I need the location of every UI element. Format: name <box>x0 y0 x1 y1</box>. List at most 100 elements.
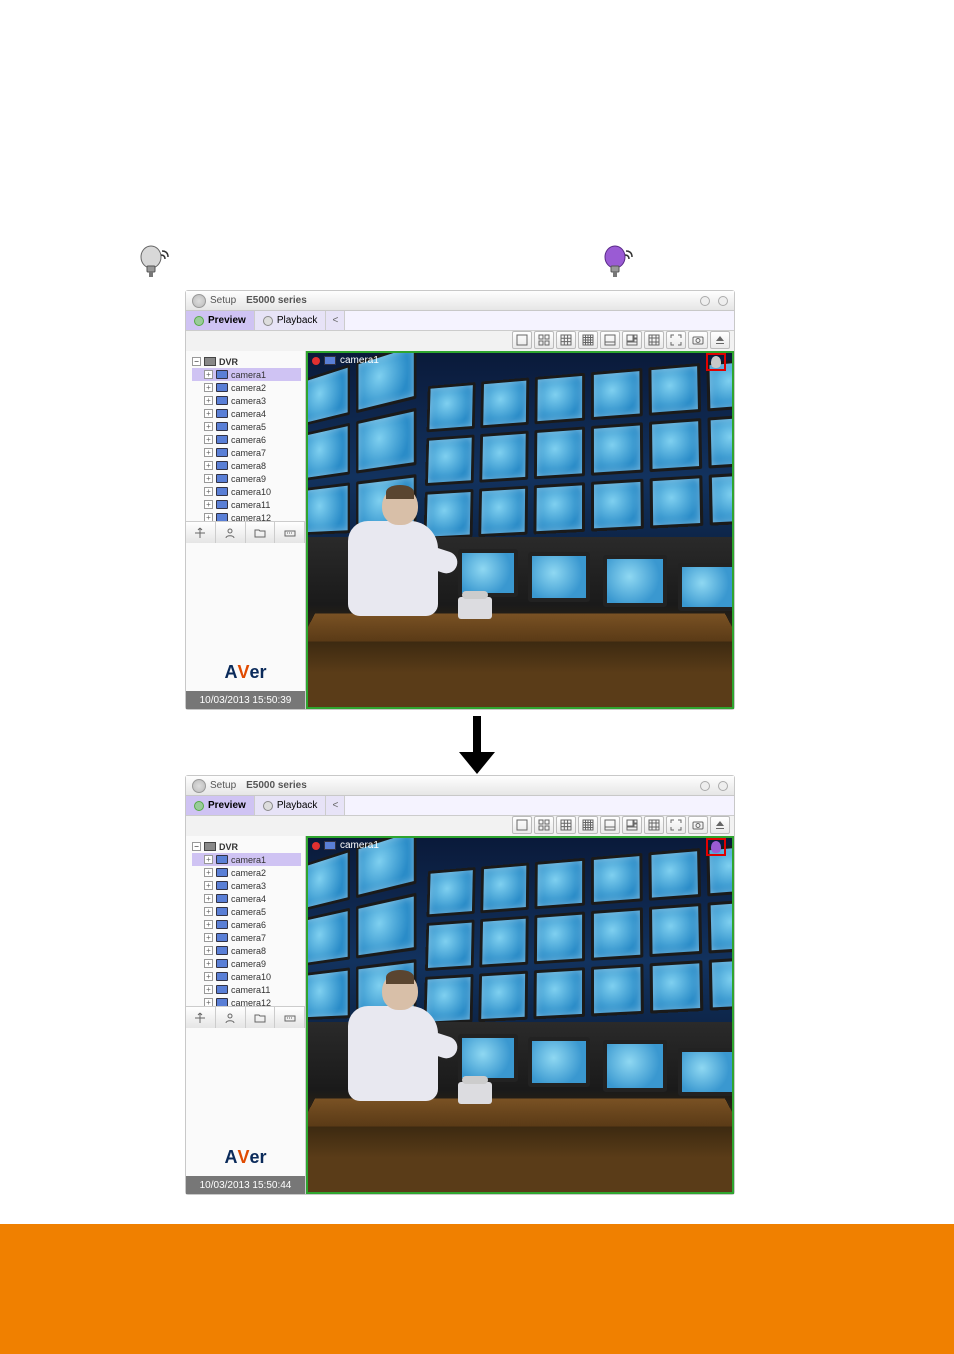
info-icon[interactable] <box>700 781 710 791</box>
camera-tree[interactable]: − DVR +camera1 +camera2 +camera3 +camera… <box>186 836 305 1006</box>
playback-tab-label: Playback <box>277 800 318 811</box>
tree-item-label: camera10 <box>231 972 301 982</box>
tree-item-camera7[interactable]: +camera7 <box>192 931 301 944</box>
camera-tree[interactable]: − DVR +camera1 +camera2 +camera3 +camera… <box>186 351 305 521</box>
layout-3x3-button[interactable] <box>556 331 576 349</box>
layout-1x1-button[interactable] <box>512 331 532 349</box>
collapse-sidebar-button[interactable]: < <box>326 796 345 815</box>
tree-item-label: camera7 <box>231 448 301 458</box>
talk-button-highlight <box>706 838 726 856</box>
layout-mosaic-button[interactable] <box>644 816 664 834</box>
keyboard-button[interactable] <box>275 1007 305 1028</box>
tree-item-camera4[interactable]: +camera4 <box>192 407 301 420</box>
layout-custom-button[interactable] <box>622 816 642 834</box>
power-icon[interactable] <box>718 296 728 306</box>
tree-item-label: camera3 <box>231 881 301 891</box>
playback-tab[interactable]: Playback <box>255 796 327 815</box>
camera-icon <box>216 881 228 890</box>
ptz-button[interactable] <box>186 522 216 543</box>
snapshot-button[interactable] <box>688 816 708 834</box>
preview-tab[interactable]: Preview <box>186 796 255 815</box>
talk-bulb-off-icon[interactable] <box>711 356 721 368</box>
tree-item-camera6[interactable]: +camera6 <box>192 918 301 931</box>
setup-label[interactable]: Setup <box>210 295 236 306</box>
info-icon[interactable] <box>700 296 710 306</box>
eject-button[interactable] <box>710 331 730 349</box>
folder-button[interactable] <box>246 522 276 543</box>
gear-icon[interactable] <box>192 779 206 793</box>
layout-3x3-button[interactable] <box>556 816 576 834</box>
tree-item-camera11[interactable]: +camera11 <box>192 498 301 511</box>
layout-1x1-button[interactable] <box>512 816 532 834</box>
tree-item-camera12[interactable]: +camera12 <box>192 511 301 521</box>
tree-item-camera5[interactable]: +camera5 <box>192 905 301 918</box>
tree-item-camera8[interactable]: +camera8 <box>192 944 301 957</box>
tree-item-camera1[interactable]: +camera1 <box>192 368 301 381</box>
tree-item-label: camera7 <box>231 933 301 943</box>
layout-4x4-button[interactable] <box>578 331 598 349</box>
tree-item-camera1[interactable]: +camera1 <box>192 853 301 866</box>
tree-item-label: camera3 <box>231 396 301 406</box>
snapshot-button[interactable] <box>688 331 708 349</box>
camera-icon <box>216 448 228 457</box>
fullscreen-button[interactable] <box>666 331 686 349</box>
tree-item-camera7[interactable]: +camera7 <box>192 446 301 459</box>
tree-item-camera3[interactable]: +camera3 <box>192 879 301 892</box>
logo-er: er <box>250 1147 267 1168</box>
keyboard-button[interactable] <box>275 522 305 543</box>
tree-item-camera12[interactable]: +camera12 <box>192 996 301 1006</box>
gear-icon[interactable] <box>192 294 206 308</box>
tree-item-label: camera2 <box>231 383 301 393</box>
tree-root-dvr[interactable]: − DVR <box>192 355 301 368</box>
person-button[interactable] <box>216 522 246 543</box>
layout-2x2-button[interactable] <box>534 331 554 349</box>
video-viewer[interactable]: camera1 <box>306 351 734 709</box>
layout-4x4-button[interactable] <box>578 816 598 834</box>
tree-item-camera2[interactable]: +camera2 <box>192 866 301 879</box>
camera-icon <box>216 946 228 955</box>
collapse-sidebar-button[interactable]: < <box>326 311 345 330</box>
eject-button[interactable] <box>710 816 730 834</box>
camera-icon <box>216 487 228 496</box>
setup-label[interactable]: Setup <box>210 780 236 791</box>
tree-item-camera11[interactable]: +camera11 <box>192 983 301 996</box>
folder-button[interactable] <box>246 1007 276 1028</box>
tree-item-camera2[interactable]: +camera2 <box>192 381 301 394</box>
video-viewer[interactable]: camera1 <box>306 836 734 1194</box>
record-indicator-icon <box>312 842 320 850</box>
layout-mosaic-button[interactable] <box>644 331 664 349</box>
tree-item-camera10[interactable]: +camera10 <box>192 970 301 983</box>
tree-item-camera9[interactable]: +camera9 <box>192 472 301 485</box>
tree-item-camera6[interactable]: +camera6 <box>192 433 301 446</box>
tree-item-label: camera4 <box>231 894 301 904</box>
tree-item-camera4[interactable]: +camera4 <box>192 892 301 905</box>
tree-item-camera9[interactable]: +camera9 <box>192 957 301 970</box>
playback-tab[interactable]: Playback <box>255 311 327 330</box>
collapse-icon[interactable]: − <box>192 842 201 851</box>
bulb-gray-icon <box>138 245 170 281</box>
ptz-button[interactable] <box>186 1007 216 1028</box>
timestamp-bar: 10/03/2013 15:50:44 <box>186 1176 305 1194</box>
tree-item-camera8[interactable]: +camera8 <box>192 459 301 472</box>
power-icon[interactable] <box>718 781 728 791</box>
layout-1big-button[interactable] <box>600 816 620 834</box>
tree-root-dvr[interactable]: − DVR <box>192 840 301 853</box>
person-button[interactable] <box>216 1007 246 1028</box>
camera-icon <box>216 907 228 916</box>
camera-icon <box>216 500 228 509</box>
timestamp-text: 10/03/2013 15:50:44 <box>200 1180 292 1191</box>
tree-item-camera10[interactable]: +camera10 <box>192 485 301 498</box>
tree-item-camera3[interactable]: +camera3 <box>192 394 301 407</box>
mode-tabs: Preview Playback < <box>186 796 734 816</box>
layout-custom-button[interactable] <box>622 331 642 349</box>
tree-item-camera5[interactable]: +camera5 <box>192 420 301 433</box>
camera-icon <box>216 894 228 903</box>
fullscreen-button[interactable] <box>666 816 686 834</box>
preview-tab[interactable]: Preview <box>186 311 255 330</box>
camera-icon <box>216 985 228 994</box>
collapse-icon[interactable]: − <box>192 357 201 366</box>
layout-1big-button[interactable] <box>600 331 620 349</box>
layout-2x2-button[interactable] <box>534 816 554 834</box>
tree-item-label: camera6 <box>231 435 301 445</box>
talk-bulb-on-icon[interactable] <box>711 841 721 853</box>
